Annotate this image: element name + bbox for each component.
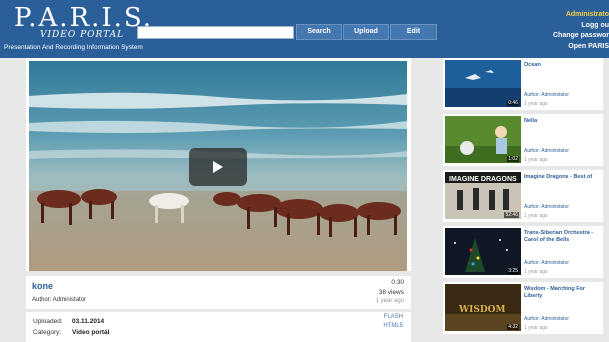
logo-subtitle: VIDEO PORTAL (40, 30, 125, 40)
user-links: Administrato Logg ou Change passwor Open… (499, 10, 609, 52)
sidebar-item-author: Author: Administator (524, 260, 570, 266)
video-author: Author: Administator (32, 297, 87, 303)
upload-button[interactable]: Upload (343, 24, 389, 40)
video-thumbnail[interactable]: IMAGINE DRAGONS 52:46 (445, 172, 521, 219)
sidebar-item-age: 1 year ago (524, 269, 548, 275)
video-duration: 0:30 (391, 279, 404, 286)
sidebar-item-age: 1 year ago (524, 325, 548, 331)
open-paris-link[interactable]: Open PARIS (499, 42, 609, 53)
video-thumbnail[interactable]: 1:02 (445, 116, 521, 163)
sidebar-item-title[interactable]: Wisdom - Marching For Liberty (524, 286, 600, 300)
video-panel (26, 58, 411, 271)
sidebar-item-age: 1 year ago (524, 101, 548, 107)
thumbnail-duration: 4:32 (507, 324, 519, 330)
sidebar-item-age: 1 year ago (524, 213, 548, 219)
video-info: kone Author: Administator 0:30 38 views … (26, 276, 411, 309)
search-button[interactable]: Search (296, 24, 342, 40)
logo-description: Presentation And Recording Information S… (4, 44, 143, 51)
change-password-link[interactable]: Change passwor (499, 31, 609, 42)
logout-link[interactable]: Logg ou (499, 21, 609, 32)
sidebar-item-title[interactable]: Imagine Dragons - Best of (524, 174, 600, 181)
sidebar-video-item[interactable]: WISDOM 4:32 Wisdom - Marching For Libert… (443, 282, 603, 334)
video-age: 1 year ago (375, 298, 404, 304)
logo-title[interactable]: P.A.R.I.S. (14, 4, 153, 32)
video-title: kone (32, 281, 54, 291)
flash-link[interactable]: FLASH (384, 314, 403, 320)
thumbnail-duration: 1:02 (507, 156, 519, 162)
video-thumbnail[interactable]: 3:25 (445, 228, 521, 275)
sidebar-item-author: Author: Administator (524, 92, 570, 98)
category-value: Video portál (72, 329, 110, 336)
video-thumbnail[interactable]: WISDOM 4:32 (445, 284, 521, 331)
thumbnail-duration: 3:25 (507, 268, 519, 274)
video-player[interactable] (29, 61, 407, 271)
sidebar-video-item[interactable]: 1:02 Nella Author: Administator 1 year a… (443, 114, 603, 166)
sidebar-item-age: 1 year ago (524, 157, 548, 163)
video-meta: Uploaded: 03.11.2014 Category: Video por… (26, 312, 411, 342)
play-button[interactable] (189, 148, 247, 186)
thumbnail-duration: 52:46 (504, 212, 519, 218)
thumbnail-logo-text: IMAGINE DRAGONS (449, 176, 517, 183)
search-input[interactable] (137, 26, 294, 39)
sidebar-item-title[interactable]: Ocean (524, 62, 600, 69)
sidebar-video-item[interactable]: IMAGINE DRAGONS 52:46 Imagine Dragons - … (443, 170, 603, 222)
thumbnail-logo-text: WISDOM (458, 305, 505, 315)
uploaded-label: Uploaded: (33, 318, 63, 325)
html5-link[interactable]: HTML5 (383, 323, 403, 329)
edit-button[interactable]: Edit (390, 24, 437, 40)
header: P.A.R.I.S. VIDEO PORTAL Presentation And… (0, 0, 609, 58)
sidebar-item-author: Author: Administator (524, 148, 570, 154)
sidebar-item-author: Author: Administator (524, 316, 570, 322)
thumbnail-duration: 0:46 (507, 100, 519, 106)
sidebar-video-item[interactable]: 0:46 Ocean Author: Administator 1 year a… (443, 58, 603, 110)
sidebar-item-author: Author: Administator (524, 204, 570, 210)
category-label: Category: (33, 329, 62, 336)
video-thumbnail[interactable]: 0:46 (445, 60, 521, 107)
sidebar-item-title[interactable]: Trans-Siberian Orchestra - Carol of the … (524, 230, 600, 244)
sidebar-video-item[interactable]: 3:25 Trans-Siberian Orchestra - Carol of… (443, 226, 603, 278)
sidebar-item-title[interactable]: Nella (524, 118, 600, 125)
admin-link[interactable]: Administrato (499, 10, 609, 21)
video-views: 38 views (378, 289, 404, 296)
uploaded-value: 03.11.2014 (72, 318, 105, 325)
